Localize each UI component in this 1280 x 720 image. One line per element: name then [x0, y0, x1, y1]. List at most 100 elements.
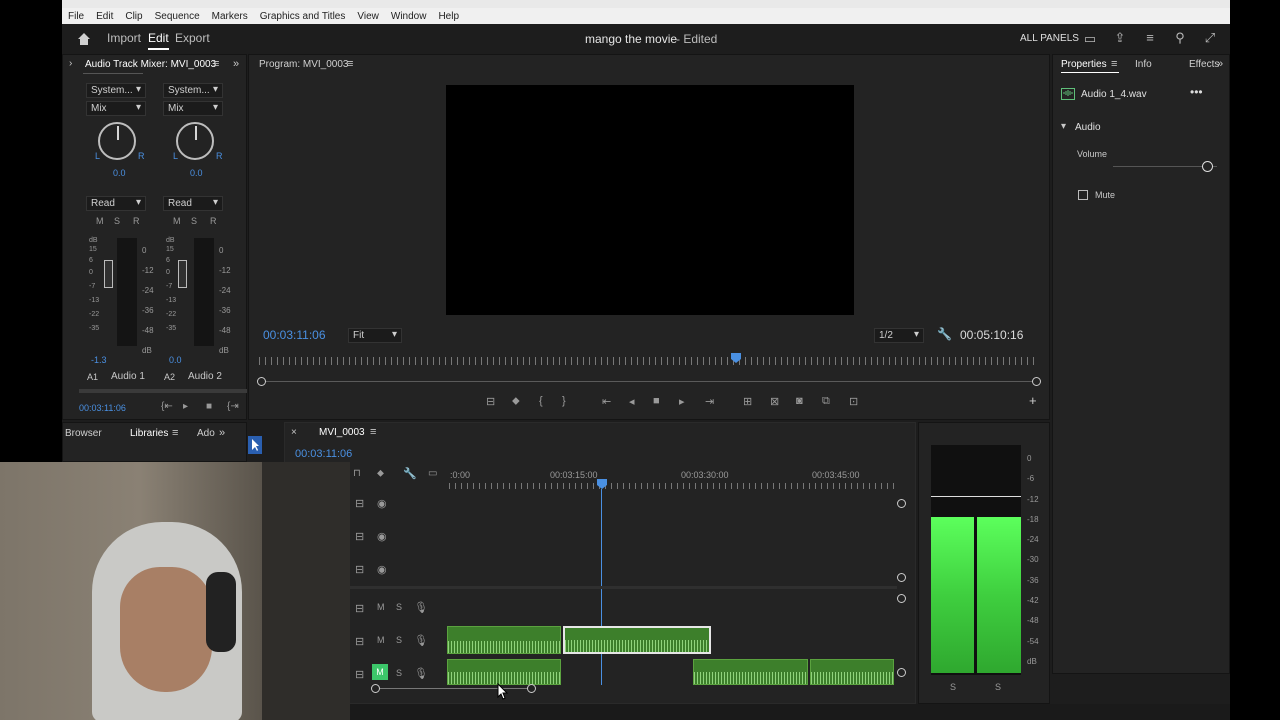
ch1-mode-select[interactable]: Mix [86, 101, 146, 116]
toggle-eye-icon[interactable]: ◉ [377, 530, 387, 543]
mixer-goto-in-icon[interactable]: {⇤ [161, 401, 173, 412]
tabs-overflow-icon[interactable]: » [219, 427, 225, 439]
stop-icon[interactable]: ■ [653, 395, 660, 407]
mixer-title[interactable]: Audio Track Mixer: MVI_0003 [85, 59, 216, 70]
menu-icon[interactable]: ≡ [1142, 30, 1158, 46]
zoom-fit-select[interactable]: Fit [348, 328, 402, 343]
tab-adobe[interactable]: Ado [197, 428, 215, 439]
step-forward-icon[interactable]: ▸ [679, 395, 685, 408]
all-panels-label[interactable]: ALL PANELS [1020, 33, 1079, 44]
go-to-in-icon[interactable]: ⇤ [602, 395, 611, 408]
mixer-timecode[interactable]: 00:03:11:06 [79, 403, 126, 413]
ch1-record-button[interactable]: R [133, 216, 140, 226]
ch2-record-button[interactable]: R [210, 216, 217, 226]
fullscreen-icon[interactable]: ⤢ [1202, 30, 1218, 46]
menu-markers[interactable]: Markers [206, 11, 254, 22]
tab-export[interactable]: Export [175, 31, 210, 45]
toggle-sync-lock-icon[interactable]: ⊟ [355, 602, 364, 615]
overwrite-icon[interactable]: ⊠ [770, 395, 779, 408]
step-back-icon[interactable]: ◂ [629, 395, 635, 408]
meter-right-solo-button[interactable]: S [995, 682, 1001, 692]
mixer-stop-icon[interactable]: ■ [206, 401, 212, 412]
volume-slider-thumb[interactable] [1202, 161, 1213, 172]
close-sequence-icon[interactable]: × [291, 427, 297, 438]
zoom-scroll-right-handle[interactable] [527, 684, 536, 693]
tab-info[interactable]: Info [1135, 59, 1152, 70]
voice-over-icon[interactable]: 🎙 [414, 601, 428, 614]
ch2-mode-select[interactable]: Mix [163, 101, 223, 116]
menu-sequence[interactable]: Sequence [149, 11, 206, 22]
audio-clip[interactable] [810, 659, 894, 685]
panel-overflow-icon[interactable]: » [233, 58, 239, 70]
captions-icon[interactable]: ▭ [428, 468, 437, 479]
ch2-input-select[interactable]: System... [163, 83, 223, 98]
timeline-wrench-icon[interactable]: 🔧 [403, 467, 417, 480]
mixer-expand-icon[interactable]: › [69, 58, 72, 69]
share-icon[interactable]: ⇪ [1112, 30, 1128, 46]
panel-layout-icon[interactable]: ▭ [1082, 31, 1098, 47]
ch1-solo-button[interactable]: S [114, 216, 120, 226]
tab-effects[interactable]: Effects [1189, 59, 1219, 70]
menu-view[interactable]: View [351, 11, 385, 22]
audio-scroll-bottom-handle[interactable] [897, 668, 906, 677]
trim-icon[interactable]: ⊡ [849, 395, 858, 408]
audio-clip-selected[interactable] [563, 626, 711, 654]
home-icon[interactable] [76, 31, 92, 47]
properties-overflow-icon[interactable]: » [1217, 58, 1223, 70]
voice-over-icon[interactable]: 🎙 [414, 667, 428, 680]
more-options-icon[interactable]: ••• [1190, 85, 1203, 99]
program-time-ruler[interactable] [259, 357, 1039, 365]
toggle-eye-icon[interactable]: ◉ [377, 563, 387, 576]
mark-out-icon[interactable]: } [562, 395, 566, 407]
ch1-fader-handle[interactable] [104, 260, 113, 288]
ch2-level-value[interactable]: 0.0 [169, 355, 182, 365]
toggle-eye-icon[interactable]: ◉ [377, 497, 387, 510]
go-to-out-icon[interactable]: ⇥ [705, 395, 714, 408]
track-name-audio-2[interactable]: Audio 2 [188, 371, 222, 382]
program-title[interactable]: Program: MVI_0003 [259, 59, 349, 70]
menu-file[interactable]: File [62, 11, 90, 22]
ch2-fader-handle[interactable] [178, 260, 187, 288]
tab-import[interactable]: Import [107, 31, 141, 45]
tab-browser[interactable]: Browser [65, 428, 102, 439]
selection-tool-icon[interactable] [248, 436, 262, 454]
properties-menu-icon[interactable]: ≡ [1111, 58, 1117, 70]
audio-mute-button[interactable]: M [377, 602, 385, 612]
zoom-bar-left-handle[interactable] [257, 377, 266, 386]
audio-section-chevron-icon[interactable]: ▾ [1061, 121, 1066, 132]
mute-checkbox[interactable] [1078, 190, 1088, 200]
ch2-pan-knob[interactable] [176, 122, 214, 160]
extract-frame-icon[interactable]: ⊟ [486, 395, 495, 408]
program-menu-icon[interactable]: ≡ [347, 58, 353, 70]
add-marker-timeline-icon[interactable]: ⬥ [377, 468, 384, 479]
ch2-automation-select[interactable]: Read [163, 196, 223, 211]
add-marker-icon[interactable]: ⬥ [512, 395, 520, 408]
program-zoom-bar[interactable] [261, 381, 1037, 382]
mixer-play-icon[interactable]: ▸ [183, 401, 188, 412]
audio-clip[interactable] [447, 659, 561, 685]
mixer-scrollbar[interactable] [79, 389, 247, 393]
audio-solo-button[interactable]: S [396, 635, 402, 645]
search-icon[interactable]: ⚲ [1172, 30, 1188, 46]
ch1-level-value[interactable]: -1.3 [91, 355, 107, 365]
menu-help[interactable]: Help [432, 11, 465, 22]
ch2-solo-button[interactable]: S [191, 216, 197, 226]
lift-icon[interactable]: ⊞ [743, 395, 752, 408]
wrench-icon[interactable]: 🔧 [937, 327, 952, 341]
program-timecode[interactable]: 00:03:11:06 [263, 328, 326, 342]
zoom-bar-right-handle[interactable] [1032, 377, 1041, 386]
audio-scroll-top-handle[interactable] [897, 594, 906, 603]
add-button-icon[interactable]: + [1029, 393, 1037, 408]
timeline-timecode[interactable]: 00:03:11:06 [295, 448, 352, 460]
ch2-pan-value[interactable]: 0.0 [190, 168, 203, 178]
ch2-mute-button[interactable]: M [173, 216, 181, 226]
menu-clip[interactable]: Clip [119, 11, 148, 22]
zoom-scroll-left-handle[interactable] [371, 684, 380, 693]
sequence-tab[interactable]: MVI_0003 [319, 427, 365, 438]
mixer-loop-icon[interactable]: {⇥ [227, 401, 239, 412]
menu-edit[interactable]: Edit [90, 11, 119, 22]
audio-clip[interactable] [693, 659, 808, 685]
tab-libraries[interactable]: Libraries [130, 428, 168, 439]
ch1-pan-value[interactable]: 0.0 [113, 168, 126, 178]
camera-icon[interactable]: ◙ [796, 395, 803, 407]
